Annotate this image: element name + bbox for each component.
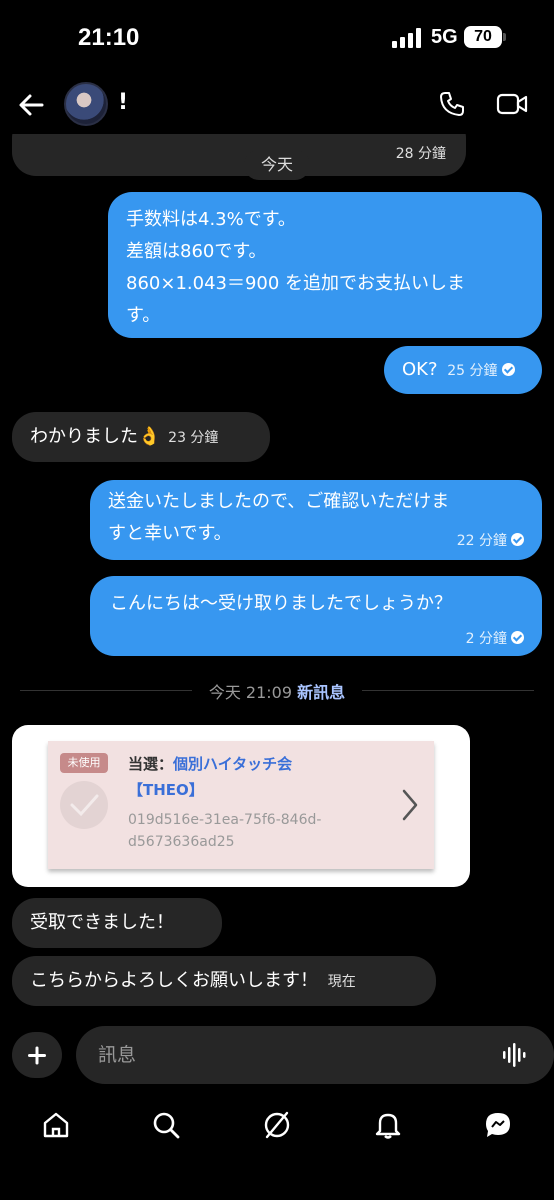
message-text: こんにちは～受け取りましたでしょうか？ (110, 593, 452, 614)
seen-check-icon (511, 631, 524, 644)
notifications-icon[interactable] (373, 1110, 403, 1140)
add-attachment-button[interactable] (12, 1032, 62, 1078)
message-input[interactable] (76, 1026, 554, 1084)
message-time: 22 分鐘 (456, 533, 507, 549)
message-bubble-outgoing[interactable]: 送金いたしましたので、ご確認いただけま すと幸いです。 22 分鐘 (90, 480, 542, 560)
network-type: 5G (431, 26, 458, 48)
message-time: 23 分鐘 (168, 430, 219, 446)
message-time: 28 分鐘 (395, 146, 446, 162)
message-line: 差額は860です。 (126, 241, 267, 262)
message-time: 2 分鐘 (465, 631, 507, 647)
message-list[interactable]: 28 分鐘 今天 手数料は4.3%です。 差額は860です。 860×1.043… (0, 134, 554, 1014)
message-bubble-incoming[interactable]: 受取できました！ (12, 898, 222, 948)
video-camera-icon[interactable] (496, 92, 528, 116)
ticket[interactable]: 未使用 当選：個別ハイタッチ会 【THEO】 019d516e-31ea-75f… (48, 741, 434, 869)
message-bubble-outgoing[interactable]: OK? 25 分鐘 (384, 346, 542, 394)
status-badge: 未使用 (60, 753, 108, 773)
status-bar: 21:10 5G 70 (0, 0, 554, 78)
ticket-title-value: 個別ハイタッチ会 (173, 755, 293, 773)
search-icon[interactable] (151, 1110, 181, 1140)
phone-icon[interactable] (438, 90, 466, 118)
message-bubble-incoming[interactable]: 28 分鐘 (12, 134, 466, 176)
message-text: OK? (402, 359, 438, 380)
checkmark-stamp-icon (60, 781, 108, 829)
message-bubble-incoming[interactable]: わかりました👌 23 分鐘 (12, 412, 270, 462)
message-text: 受取できました！ (30, 912, 174, 933)
home-icon[interactable] (41, 1110, 71, 1140)
message-bubble-outgoing[interactable]: 手数料は4.3%です。 差額は860です。 860×1.043＝900 を追加で… (108, 192, 542, 338)
message-time: 25 分鐘 (447, 363, 498, 379)
ticket-code-line: 019d516e-31ea-75f6-846d- (128, 812, 322, 828)
signal-icon (392, 28, 421, 48)
contact-avatar[interactable] (64, 82, 108, 126)
voice-message-icon[interactable] (502, 1042, 528, 1068)
new-messages-divider: 今天 21:09 新訊息 (0, 679, 554, 703)
battery-icon: 70 (464, 26, 502, 48)
seen-check-icon (511, 533, 524, 546)
seen-check-icon (501, 363, 515, 376)
battery-level: 70 (474, 28, 492, 45)
bottom-nav (0, 1100, 554, 1160)
message-text: わかりました👌 (30, 426, 161, 447)
ticket-title-prefix: 当選： (128, 755, 174, 773)
ticket-title: 当選：個別ハイタッチ会 【THEO】 (128, 751, 378, 803)
shared-ticket-card[interactable]: 未使用 当選：個別ハイタッチ会 【THEO】 019d516e-31ea-75f… (12, 725, 470, 887)
message-text: こちらからよろしくお願いします！ (30, 970, 318, 991)
contact-name[interactable]: ! (118, 90, 128, 115)
messages-icon[interactable] (483, 1110, 513, 1140)
battery-tip (503, 33, 506, 41)
message-line: 860×1.043＝900 を追加でお支払いしま (126, 273, 466, 294)
chat-header: ! (0, 78, 554, 134)
message-bubble-outgoing[interactable]: こんにちは～受け取りましたでしょうか？ 2 分鐘 (90, 576, 542, 656)
divider-label: 新訊息 (297, 683, 346, 702)
message-time: 現在 (327, 974, 356, 990)
divider-time: 今天 21:09 (208, 683, 293, 702)
ticket-code: 019d516e-31ea-75f6-846d- d5673636ad25 (128, 809, 368, 853)
status-time: 21:10 (78, 24, 140, 51)
back-arrow-icon[interactable] (16, 90, 46, 120)
chevron-right-icon[interactable] (398, 785, 422, 825)
ticket-code-line: d5673636ad25 (128, 834, 235, 850)
message-line: 手数料は4.3%です。 (126, 209, 296, 230)
date-pill: 今天 (244, 150, 310, 180)
message-bubble-incoming[interactable]: こちらからよろしくお願いします！ 現在 (12, 956, 436, 1006)
message-composer (10, 1026, 554, 1084)
message-line: 送金いたしましたので、ご確認いただけま (108, 491, 450, 512)
ticket-title-line2: 【THEO】 (128, 781, 204, 799)
message-line: す。 (126, 305, 161, 326)
explore-icon[interactable] (262, 1110, 292, 1140)
